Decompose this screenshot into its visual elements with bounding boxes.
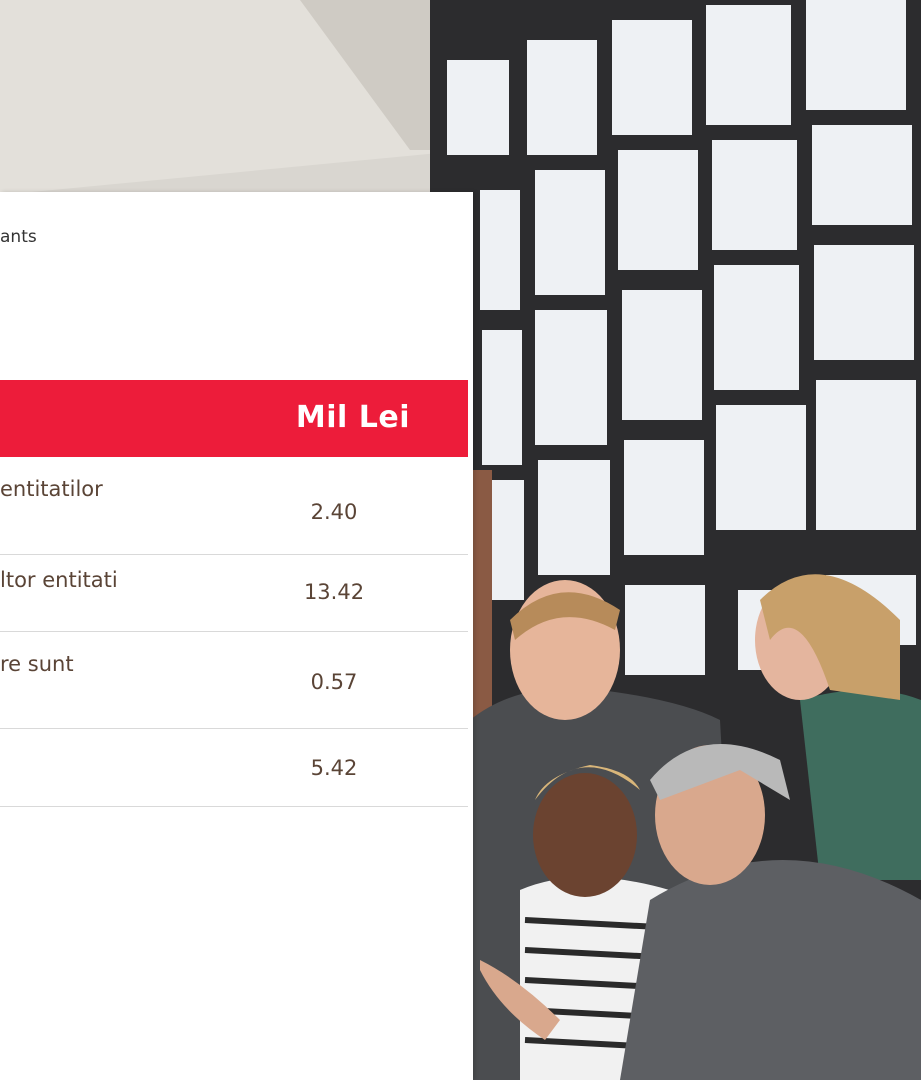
panel-subtitle: ants — [0, 227, 37, 247]
table-row: entitatilor 2.40 — [0, 457, 468, 555]
row-value: 13.42 — [303, 580, 365, 604]
row-value: 0.57 — [310, 670, 358, 694]
table-row: ltor entitati 13.42 — [0, 555, 468, 632]
row-label: re sunt — [0, 652, 74, 676]
table-header: Mil Lei — [0, 380, 468, 457]
row-value: 2.40 — [310, 500, 358, 524]
unit-column-header: Mil Lei — [295, 400, 410, 435]
table-row: re sunt 0.57 — [0, 632, 468, 729]
financial-table: Mil Lei entitatilor 2.40 ltor entitati 1… — [0, 380, 468, 807]
row-value: 5.42 — [310, 756, 358, 780]
row-label: ltor entitati — [0, 568, 118, 592]
table-row: 5.42 — [0, 729, 468, 807]
row-label: entitatilor — [0, 477, 103, 501]
subtitle-text: ants — [0, 227, 37, 247]
